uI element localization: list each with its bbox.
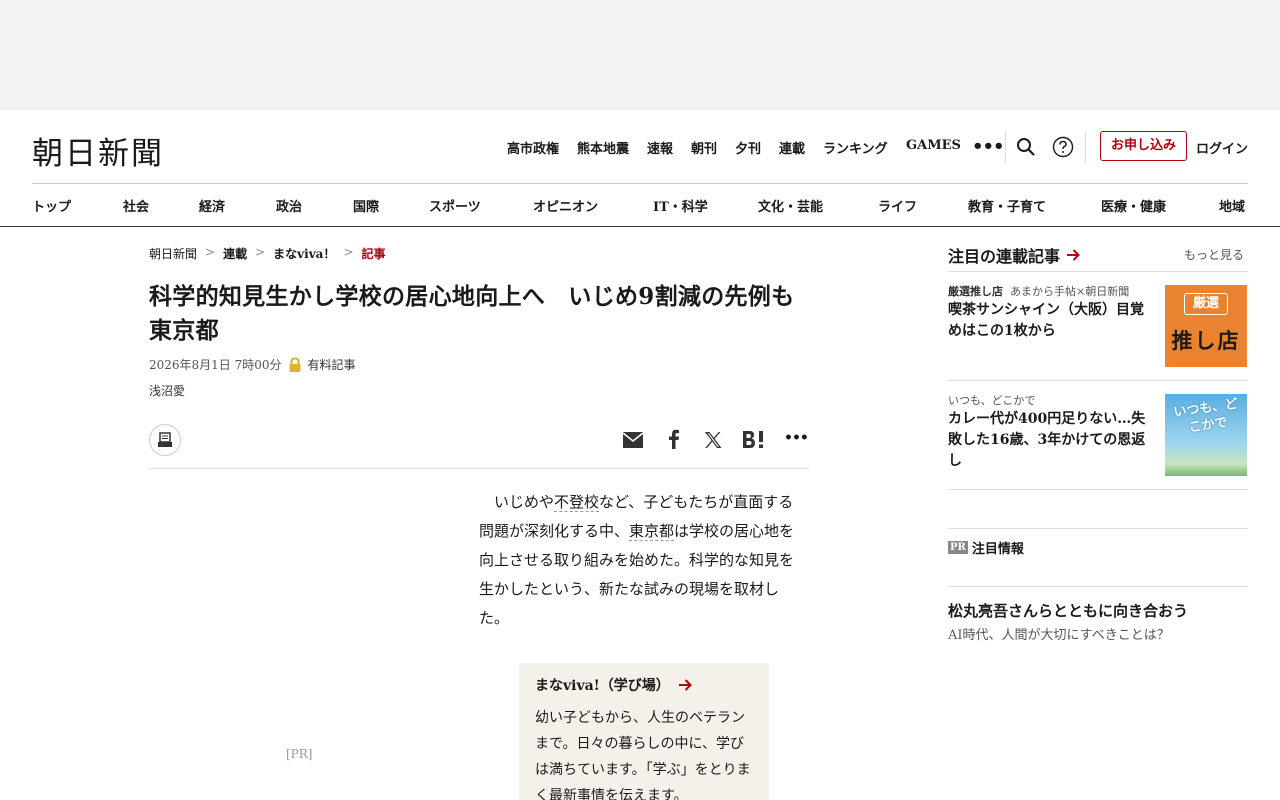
top-ad-area [0,0,1280,110]
breadcrumb-item[interactable]: 連載 [223,245,247,262]
thumb-text: 推し店 [1171,328,1241,353]
nav-item[interactable]: 高市政権 [507,138,559,157]
lead-text: いじめや [494,493,555,511]
nav-item[interactable]: 朝刊 [691,138,717,157]
article-title: 科学的知見生かし学校の居心地向上へ いじめ9割減の先例も 東京都 [149,283,818,344]
divider [948,271,1248,272]
breadcrumb-item[interactable]: まなviva！ [273,245,335,262]
category-item[interactable]: 政治 [276,196,302,215]
category-item[interactable]: オピニオン [533,196,598,215]
print-button[interactable] [149,424,181,456]
breadcrumb: 朝日新聞 > 連載 > まなviva！ > 記事 [149,245,386,262]
nav-item[interactable]: 速報 [647,138,673,157]
article-thumbnail[interactable]: 厳選 推し店 [1165,285,1247,367]
pr-section-label: 注目情報 [971,542,1024,557]
paid-label: 有料記事 [307,358,356,372]
keyword-link[interactable]: 東京都 [629,522,675,541]
more-link[interactable]: もっと見る [1184,246,1244,263]
item-tag-text: あまから手帖×朝日新聞 [1010,285,1130,298]
article-lead: いじめや不登校など、子どもたちが直面する問題が深刻化する中、東京都は学校の居心地… [479,488,805,633]
divider [948,528,1248,529]
sidebar-title[interactable]: 注目の連載記事 [948,243,1080,267]
breadcrumb-separator: > [205,245,216,259]
promo-subtitle[interactable]: AI時代、人間が大切にすべきことは？ [948,624,1170,643]
category-item[interactable]: 医療・健康 [1101,196,1166,215]
category-item[interactable]: スポーツ [429,196,481,215]
nav-item[interactable]: 連載 [779,138,805,157]
divider [0,226,1280,227]
item-tag: いつも、どこかで [948,394,1036,407]
category-item[interactable]: トップ [32,196,71,215]
print-icon [158,432,172,447]
category-item[interactable]: 国際 [353,196,379,215]
site-logo[interactable]: 朝日新聞 [32,128,164,173]
arrow-right-icon [1067,249,1080,261]
category-item[interactable]: 教育・子育て [968,196,1046,215]
lock-icon [289,357,301,372]
nav-item[interactable]: GAMES [906,138,961,153]
article-date: 2026年8月1日 7時00分 [149,358,282,372]
nav-item[interactable]: 熊本地震 [577,138,629,157]
facebook-share-icon[interactable] [665,428,683,450]
category-item[interactable]: IT・科学 [653,196,708,215]
sidebar-article-title[interactable]: カレー代が400円足りない…失敗した16歳、3年かけての恩返し [948,409,1153,472]
subscribe-button[interactable]: お申し込み [1100,131,1187,161]
article-thumbnail[interactable]: いつも、どこかで [1165,394,1247,476]
more-share-icon[interactable]: ••• [784,430,809,446]
mail-share-icon[interactable] [622,431,644,449]
hatena-bookmark-icon[interactable] [742,430,766,450]
login-link[interactable]: ログイン [1196,138,1248,157]
category-item[interactable]: 文化・芸能 [758,196,823,215]
author[interactable]: 浅沼愛 [149,382,185,399]
divider [948,489,1248,490]
breadcrumb-current: 記事 [361,247,386,261]
breadcrumb-item[interactable]: 朝日新聞 [149,245,197,262]
help-icon[interactable] [1052,136,1074,158]
nav-item[interactable]: ランキング [823,138,888,157]
pr-section-header: PR 注目情報 [948,538,1024,557]
divider [149,468,809,469]
promo-title[interactable]: 松丸亮吾さんらとともに向き合おう [948,600,1188,621]
arrow-right-icon [678,679,692,691]
sidebar-title-text: 注目の連載記事 [948,247,1061,266]
item-tag: 厳選推し店 あまから手帖×朝日新聞 [948,283,1129,299]
series-box[interactable]: まなviva!（学び場） 幼い子どもから、人生のベテランまで。日々の暮らしの中に… [519,663,769,800]
pr-badge: PR [948,541,968,554]
nav-item[interactable]: 夕刊 [735,138,761,157]
divider [1005,131,1006,163]
article-meta: 2026年8月1日 7時00分 有料記事 [149,356,356,373]
x-share-icon[interactable] [703,430,723,450]
more-menu-icon[interactable]: ••• [972,136,1005,157]
sidebar-article-title[interactable]: 喫茶サンシャイン（大阪）目覚めはこの1枚から [948,300,1153,342]
thumb-text: いつも、どこかで [1172,396,1239,436]
divider [948,586,1248,587]
category-item[interactable]: 経済 [199,196,225,215]
keyword-link[interactable]: 不登校 [554,493,600,512]
divider [1085,131,1086,163]
divider [32,183,1248,184]
category-item[interactable]: ライフ [878,196,917,215]
breadcrumb-separator: > [343,245,354,259]
thumb-badge: 厳選 [1184,293,1228,315]
pr-label: [PR] [286,747,313,761]
item-tag-bold: 厳選推し店 [948,285,1003,298]
category-item[interactable]: 地域 [1219,196,1245,215]
series-title[interactable]: まなviva!（学び場） [535,675,753,695]
series-description: 幼い子どもから、人生のベテランまで。日々の暮らしの中に、学びは満ちています。「学… [535,710,751,800]
category-item[interactable]: 社会 [123,196,149,215]
divider [948,380,1248,381]
series-title-text: まなviva!（学び場） [535,678,670,694]
breadcrumb-separator: > [255,245,266,259]
search-icon[interactable] [1016,137,1036,157]
